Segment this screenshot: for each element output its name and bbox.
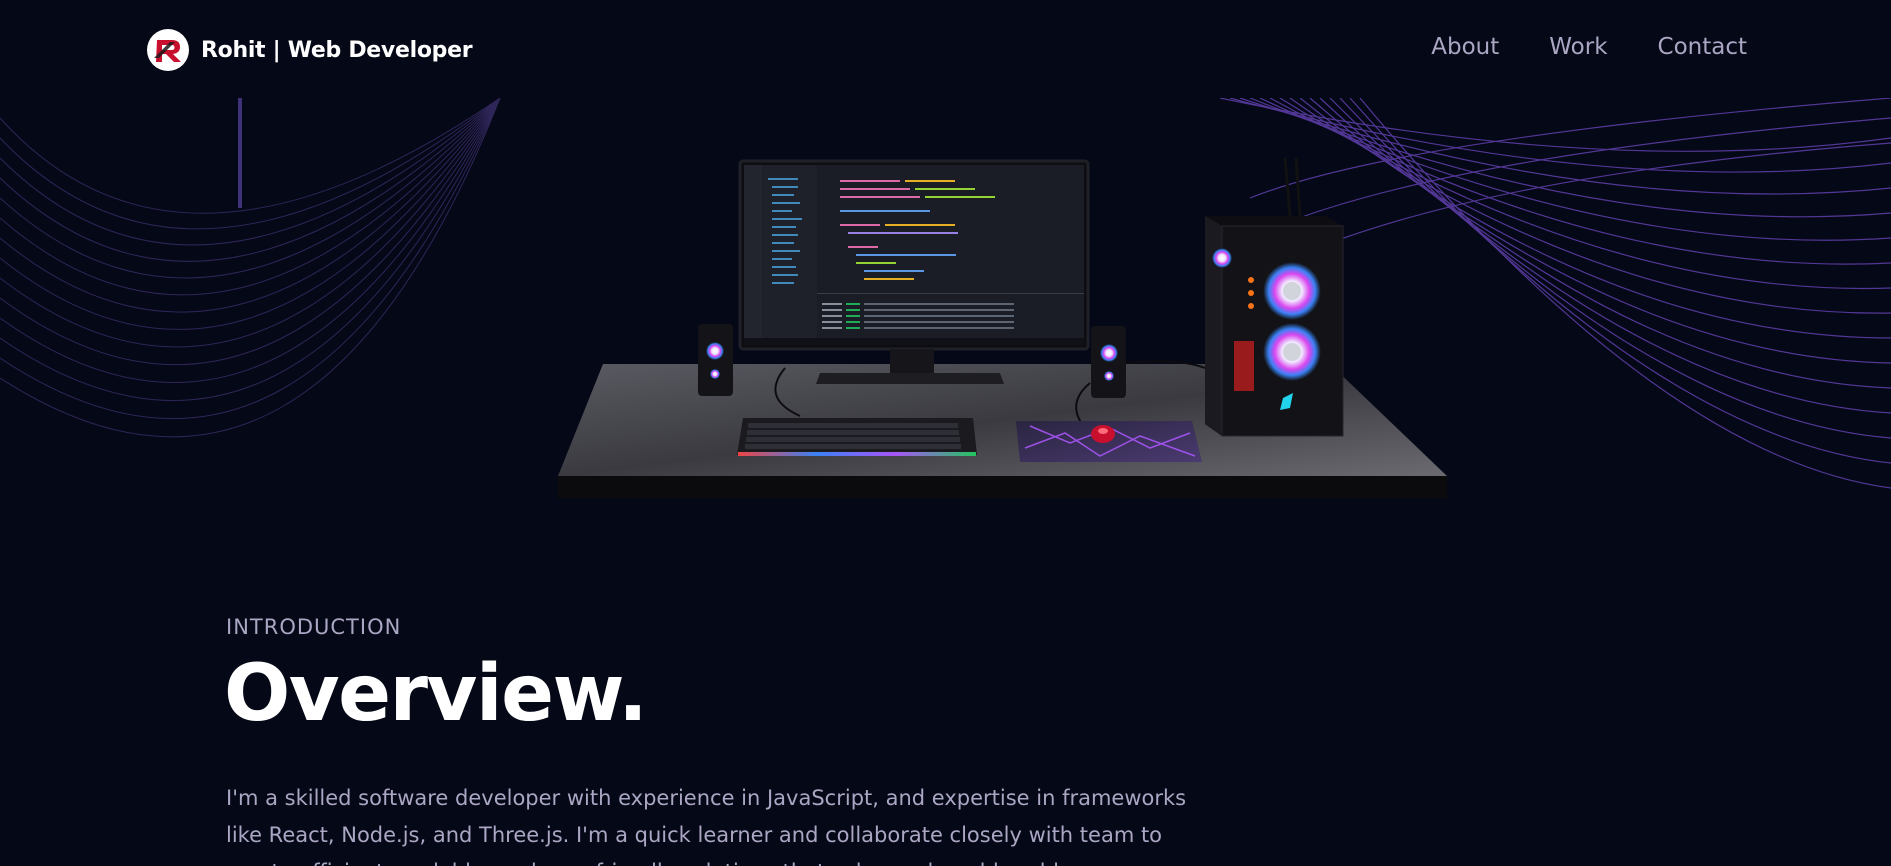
page: Rohit | Web Developer About Work Contact xyxy=(0,0,1891,866)
pc-tower xyxy=(1205,157,1344,437)
hero-canvas[interactable] xyxy=(0,98,1891,503)
navbar: Rohit | Web Developer About Work Contact xyxy=(0,0,1891,98)
speaker-left xyxy=(698,324,733,396)
monitor xyxy=(738,159,1090,384)
mouse xyxy=(1091,425,1115,443)
nav-links: About Work Contact xyxy=(1431,34,1747,60)
hero-scene xyxy=(0,98,1891,498)
nav-link-about[interactable]: About xyxy=(1431,34,1499,60)
nav-link-work[interactable]: Work xyxy=(1549,34,1607,60)
brand-home-link[interactable]: Rohit | Web Developer xyxy=(146,28,473,72)
decorative-wave-left xyxy=(0,98,501,438)
logo-icon xyxy=(147,29,189,71)
overview-paragraph: I'm a skilled software developer with ex… xyxy=(226,786,1187,866)
keyboard xyxy=(737,418,977,456)
nav-link-contact[interactable]: Contact xyxy=(1658,34,1747,60)
section-title: Overview. xyxy=(224,649,648,739)
decorative-bar xyxy=(238,98,242,208)
brand-name: Rohit | Web Developer xyxy=(201,37,473,63)
section-subtitle: INTRODUCTION xyxy=(226,615,402,639)
speaker-right xyxy=(1091,326,1126,398)
